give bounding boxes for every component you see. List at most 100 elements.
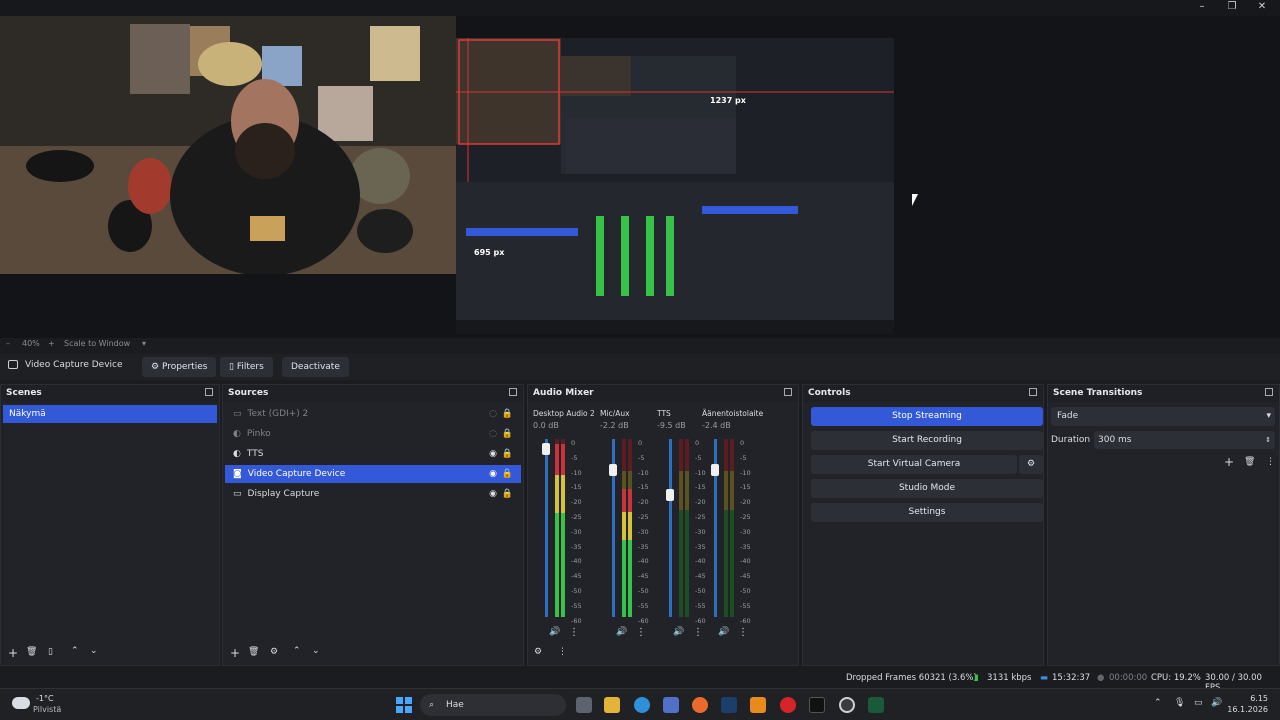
lock-icon[interactable]: 🔒 — [502, 425, 513, 443]
microphone-icon[interactable]: 🎙 — [1174, 698, 1185, 708]
source-item[interactable]: ◙ Video Capture Device ◉ 🔒 — [225, 465, 521, 483]
app-icon[interactable] — [868, 697, 884, 713]
obs-icon[interactable] — [839, 697, 855, 713]
eye-hidden-icon[interactable]: ◌ — [489, 425, 497, 443]
measure-vertical-label: 695 px — [474, 248, 505, 257]
add-icon[interactable]: + — [230, 646, 240, 660]
source-item[interactable]: ◐ TTS ◉ 🔒 — [225, 445, 521, 463]
fader-handle[interactable] — [609, 464, 617, 476]
add-icon[interactable]: + — [1224, 455, 1234, 469]
clock-date[interactable]: 16.1.2026 — [1224, 705, 1268, 714]
minimize-button[interactable]: – — [1188, 0, 1216, 14]
gear-icon[interactable]: ⚙ — [534, 647, 542, 657]
eye-icon[interactable]: ◉ — [489, 445, 497, 463]
meter-scale-label: -10 — [740, 468, 751, 477]
trash-icon[interactable]: 🗑 — [248, 647, 259, 657]
clock-time[interactable]: 6.15 — [1224, 694, 1268, 703]
more-icon[interactable]: ⋮ — [738, 627, 748, 638]
add-icon[interactable]: + — [8, 646, 18, 660]
stop-streaming-button[interactable]: Stop Streaming — [811, 407, 1043, 426]
edge-icon[interactable] — [634, 697, 650, 713]
vlc-icon[interactable] — [750, 697, 766, 713]
steam-icon[interactable] — [721, 697, 737, 713]
zoom-in-icon[interactable]: + — [48, 339, 55, 348]
maximize-button[interactable]: ❐ — [1218, 0, 1246, 14]
filters-button[interactable]: ▯ Filters — [220, 357, 273, 377]
undock-icon[interactable] — [205, 388, 213, 396]
lock-icon[interactable]: 🔒 — [502, 465, 513, 483]
source-item[interactable]: ▭ Display Capture ◉ 🔒 — [225, 485, 521, 503]
source-item[interactable]: ▭ Text (GDI+) 2 ◌ 🔒 — [225, 405, 521, 423]
display-capture-preview: 1237 px 695 px — [456, 38, 894, 334]
speaker-icon[interactable]: 🔊 — [673, 627, 684, 637]
start-recording-button[interactable]: Start Recording — [811, 431, 1043, 450]
lock-icon[interactable]: 🔒 — [502, 405, 513, 423]
move-down-icon[interactable]: ⌄ — [312, 646, 320, 656]
fader-handle[interactable] — [666, 489, 674, 501]
gear-icon[interactable]: ⚙ — [270, 647, 278, 657]
duration-value: 300 ms — [1098, 435, 1132, 445]
opera-icon[interactable] — [780, 697, 796, 713]
filter-icon[interactable]: ▯ — [48, 647, 53, 657]
more-icon[interactable]: ⋮ — [558, 647, 567, 657]
display-icon[interactable]: ▭ — [1194, 698, 1203, 708]
undock-icon[interactable] — [784, 388, 792, 396]
scene-item[interactable]: Näkymä — [3, 405, 217, 423]
chevron-down-icon[interactable]: ▾ — [142, 339, 146, 348]
zoom-out-icon[interactable]: – — [6, 339, 10, 348]
lock-icon[interactable]: 🔒 — [502, 485, 513, 503]
undock-icon[interactable] — [1265, 388, 1273, 396]
move-up-icon[interactable]: ⌃ — [293, 646, 301, 656]
preview-canvas[interactable]: 1237 px 695 px — [0, 16, 1280, 340]
speaker-icon[interactable]: 🔊 — [549, 627, 560, 637]
trash-icon[interactable]: 🗑 — [1244, 457, 1255, 467]
lock-icon[interactable]: 🔒 — [502, 445, 513, 463]
more-icon[interactable]: ⋮ — [1266, 457, 1275, 467]
firefox-icon[interactable] — [692, 697, 708, 713]
more-icon[interactable]: ⋮ — [569, 627, 579, 638]
more-icon[interactable]: ⋮ — [636, 627, 646, 638]
weather-temp[interactable]: -1°C — [36, 694, 54, 703]
start-virtual-camera-button[interactable]: Start Virtual Camera — [811, 455, 1017, 474]
level-meter — [555, 439, 559, 617]
meter-scale-label: -20 — [740, 498, 751, 507]
speaker-icon[interactable]: 🔊 — [718, 627, 729, 637]
windows-start-icon[interactable] — [396, 697, 412, 713]
task-view-icon[interactable] — [576, 697, 592, 713]
cloud-icon — [12, 697, 30, 709]
zoom-mode[interactable]: Scale to Window — [64, 339, 130, 348]
undock-icon[interactable] — [1029, 388, 1037, 396]
studio-mode-button[interactable]: Studio Mode — [811, 479, 1043, 498]
source-label: Text (GDI+) 2 — [247, 409, 309, 419]
fader-handle[interactable] — [542, 443, 550, 455]
source-item[interactable]: ◐ Pinko ◌ 🔒 — [225, 425, 521, 443]
deactivate-button[interactable]: Deactivate — [282, 357, 349, 377]
weather-desc[interactable]: Pilvistä — [33, 705, 61, 714]
chevron-up-icon[interactable]: ⌃ — [1154, 698, 1162, 708]
speaker-icon[interactable]: 🔊 — [1211, 698, 1222, 708]
settings-button[interactable]: Settings — [811, 503, 1043, 522]
transition-select[interactable]: Fade ▾ — [1051, 407, 1275, 426]
trash-icon[interactable]: 🗑 — [26, 647, 37, 657]
source-label: Pinko — [246, 429, 271, 439]
duration-field[interactable]: 300 ms ⇕ — [1094, 431, 1275, 449]
virtual-camera-settings-button[interactable]: ⚙ — [1019, 455, 1043, 474]
eye-icon[interactable]: ◉ — [489, 465, 497, 483]
speaker-icon[interactable]: 🔊 — [616, 627, 627, 637]
channel-name: Äänentoistolaite — [702, 409, 764, 418]
eye-icon[interactable]: ◉ — [489, 485, 497, 503]
move-up-icon[interactable]: ⌃ — [71, 646, 79, 656]
file-explorer-icon[interactable] — [604, 697, 620, 713]
fader-handle[interactable] — [711, 464, 719, 476]
undock-icon[interactable] — [509, 388, 517, 396]
store-icon[interactable] — [663, 697, 679, 713]
eye-hidden-icon[interactable]: ◌ — [489, 405, 497, 423]
fader-track[interactable] — [669, 439, 672, 617]
terminal-icon[interactable] — [809, 697, 825, 713]
fader-track[interactable] — [545, 439, 548, 617]
close-button[interactable]: ✕ — [1248, 0, 1276, 14]
properties-button[interactable]: ⚙ Properties — [142, 357, 217, 377]
move-down-icon[interactable]: ⌄ — [90, 646, 98, 656]
status-bar: Dropped Frames 60321 (3.6%) ▮ 3131 kbps … — [0, 668, 1280, 693]
taskbar-search[interactable]: ⌕ Hae — [420, 694, 566, 716]
